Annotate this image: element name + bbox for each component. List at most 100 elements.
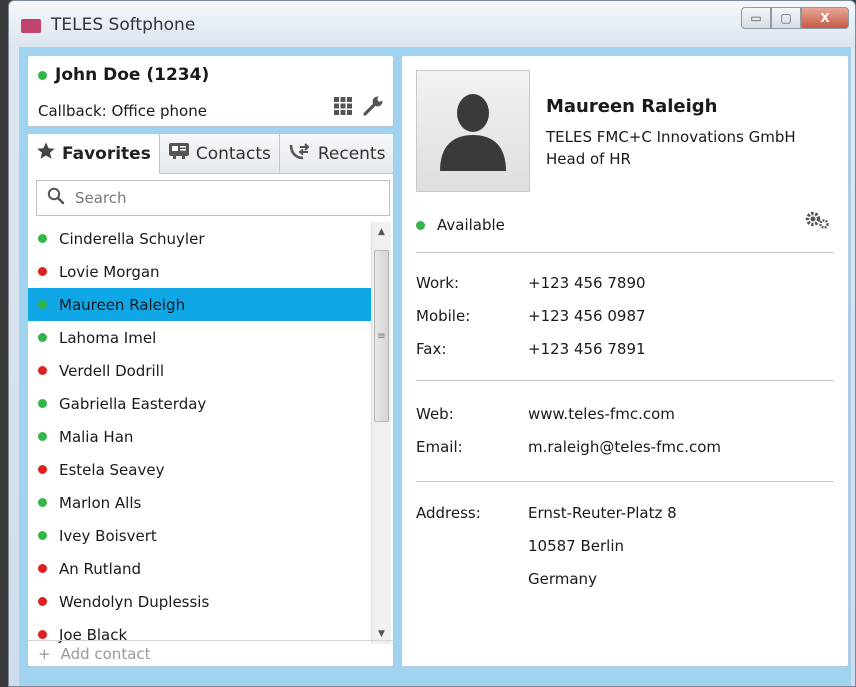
status-dot [38,300,47,309]
current-user-card: John Doe (1234) Callback: Office phone [27,55,394,127]
current-user-name: John Doe (1234) [55,65,210,85]
status-dot [38,366,47,375]
contact-company: TELES FMC+C Innovations GmbH [546,128,796,146]
list-item[interactable]: Maureen Raleigh [28,288,372,321]
contact-list-name: Ivey Boisvert [59,526,157,545]
presence-label: Available [437,216,505,234]
client-area: John Doe (1234) Callback: Office phone F… [19,47,851,686]
contact-list-name: Wendolyn Duplessis [59,592,210,611]
status-dot [38,564,47,573]
status-dot [38,597,47,606]
phone-work-value[interactable]: +123 456 7890 [528,274,646,292]
phone-mobile-value[interactable]: +123 456 0987 [528,307,646,325]
tab-favorites[interactable]: Favorites [28,134,160,174]
call-arrows-icon [288,141,312,166]
email-label: Email: [416,438,463,456]
contact-list-name: Verdell Dodrill [59,361,164,380]
email-value[interactable]: m.raleigh@teles-fmc.com [528,438,721,456]
status-dot [38,234,47,243]
web-value[interactable]: www.teles-fmc.com [528,405,675,423]
tab-recents-label: Recents [317,143,386,164]
contact-list-name: Estela Seavey [59,460,165,479]
list-item[interactable]: Verdell Dodrill [28,354,372,387]
phone-work-label: Work: [416,274,460,292]
divider [416,481,834,482]
contacts-panel: Favorites Contacts Recents Search Cinder… [27,133,394,667]
list-item[interactable]: Lovie Morgan [28,255,372,288]
person-silhouette-icon [436,87,510,175]
status-dot [38,333,47,342]
address-label: Address: [416,504,481,522]
window-title: TELES Softphone [51,15,196,35]
list-item[interactable]: Ivey Boisvert [28,519,372,552]
search-box[interactable] [36,180,390,216]
tab-contacts[interactable]: Contacts [159,134,280,174]
contacts-card-icon [168,141,190,166]
list-item[interactable]: Wendolyn Duplessis [28,585,372,618]
contact-list-name: Maureen Raleigh [59,295,186,314]
address-line-3: Germany [528,570,597,588]
tab-contacts-label: Contacts [195,143,271,164]
contact-list-name: Malia Han [59,427,134,446]
status-dot [38,531,47,540]
scroll-thumb[interactable]: ≡ [374,250,389,422]
contact-list-name: Lovie Morgan [59,262,160,281]
status-dot [38,465,47,474]
add-contact-label: Add contact [60,644,151,663]
tab-recents[interactable]: Recents [279,134,394,174]
web-label: Web: [416,405,454,423]
status-dot [38,267,47,276]
contact-list-name: Cinderella Schuyler [59,229,205,248]
app-logo-icon [21,19,41,33]
title-bar[interactable]: TELES Softphone ▭ ▢ X [9,1,855,47]
callback-setting[interactable]: Callback: Office phone [38,102,207,120]
presence-status: Available [416,216,505,234]
contact-detail-panel: Maureen Raleigh TELES FMC+C Innovations … [401,55,849,667]
phone-work-row: Work: +123 456 7890 [416,274,646,292]
list-item[interactable]: Cinderella Schuyler [28,222,372,255]
status-dot [38,498,47,507]
address-row-2: 10587 Berlin [416,537,624,555]
contact-avatar [416,70,530,192]
list-scrollbar[interactable]: ▲ ≡ ▼ [371,222,391,644]
close-button[interactable]: X [801,7,849,29]
wrench-icon[interactable] [361,94,385,122]
list-item[interactable]: Malia Han [28,420,372,453]
star-icon [36,141,56,166]
gear-icon[interactable] [804,210,830,234]
divider [416,252,834,253]
tab-bar: Favorites Contacts Recents [28,134,394,174]
contact-list-name: An Rutland [59,559,142,578]
list-item[interactable]: An Rutland [28,552,372,585]
current-user: John Doe (1234) [38,65,209,85]
status-dot [38,630,47,639]
contact-list-name: Marlon Alls [59,493,142,512]
list-item[interactable]: Marlon Alls [28,486,372,519]
search-icon [47,187,65,209]
list-item[interactable]: Estela Seavey [28,453,372,486]
tab-favorites-label: Favorites [62,143,151,164]
add-contact-button[interactable]: + Add contact [28,640,393,666]
email-row: Email: m.raleigh@teles-fmc.com [416,438,721,456]
search-input[interactable] [73,188,373,208]
minimize-button[interactable]: ▭ [741,7,771,29]
phone-fax-value[interactable]: +123 456 7891 [528,340,646,358]
phone-mobile-label: Mobile: [416,307,471,325]
maximize-button[interactable]: ▢ [771,7,801,29]
contact-list-name: Gabriella Easterday [59,394,207,413]
web-row: Web: www.teles-fmc.com [416,405,675,423]
address-line-1: Ernst-Reuter-Platz 8 [528,504,677,522]
divider [416,380,834,381]
dialpad-icon[interactable] [333,96,353,120]
list-item[interactable]: Gabriella Easterday [28,387,372,420]
contact-name: Maureen Raleigh [546,96,718,117]
address-line-2: 10587 Berlin [528,537,625,555]
list-item[interactable]: Lahoma Imel [28,321,372,354]
address-row: Address: Ernst-Reuter-Platz 8 [416,504,677,522]
presence-dot [416,220,425,230]
user-card-tools [333,94,385,122]
scroll-up-arrow-icon[interactable]: ▲ [372,222,391,242]
status-dot [38,432,47,441]
status-dot [38,399,47,408]
address-row-3: Germany [416,570,597,588]
